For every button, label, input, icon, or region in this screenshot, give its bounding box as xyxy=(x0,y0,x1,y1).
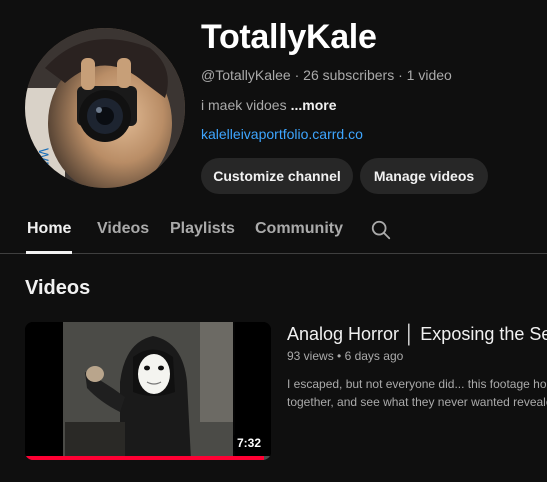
description-line: I escaped, but not everyone did... this … xyxy=(287,377,547,391)
svg-text:WELC: WELC xyxy=(36,148,52,188)
channel-name: TotallyKale xyxy=(201,18,377,56)
section-title: Videos xyxy=(25,277,91,299)
upload-age: 6 days ago xyxy=(344,349,404,363)
manage-videos-button[interactable]: Manage videos xyxy=(360,158,488,194)
meta-separator: · xyxy=(398,67,407,83)
video-duration: 7:32 xyxy=(232,434,265,452)
video-meta: 93 views • 6 days ago xyxy=(287,349,403,363)
video-title[interactable]: Analog Horror │ Exposing the Se xyxy=(287,324,547,345)
search-icon[interactable] xyxy=(370,219,392,241)
video-thumbnail[interactable]: 7:32 xyxy=(25,322,271,460)
subscriber-count: 26 subscribers xyxy=(303,67,395,83)
view-count: 93 views xyxy=(287,349,334,363)
video-description: I escaped, but not everyone did... this … xyxy=(287,375,547,411)
channel-description[interactable]: i maek vidoes ...more xyxy=(201,97,337,113)
channel-avatar[interactable]: WELC xyxy=(25,28,185,188)
tab-home[interactable]: Home xyxy=(27,220,71,238)
channel-meta: @TotallyKalee · 26 subscribers · 1 video xyxy=(201,67,452,83)
avatar-camera-photo: WELC xyxy=(25,28,185,188)
channel-handle: @TotallyKalee xyxy=(201,67,291,83)
channel-tabs: Home Videos Playlists Community xyxy=(0,210,547,254)
tab-playlists[interactable]: Playlists xyxy=(170,220,235,238)
more-link[interactable]: ...more xyxy=(291,97,337,113)
channel-link[interactable]: kalelleivaportfolio.carrd.co xyxy=(201,126,363,142)
video-count: 1 video xyxy=(406,67,452,83)
customize-channel-button[interactable]: Customize channel xyxy=(201,158,353,194)
meta-separator: • xyxy=(337,349,345,363)
meta-separator: · xyxy=(294,67,304,83)
description-text: i maek vidoes xyxy=(201,97,287,113)
active-tab-indicator xyxy=(26,251,72,254)
tab-community[interactable]: Community xyxy=(255,220,343,238)
description-line: together, and see what they never wanted… xyxy=(287,395,547,409)
watch-progress-bar xyxy=(25,456,264,460)
tab-videos[interactable]: Videos xyxy=(97,220,149,238)
